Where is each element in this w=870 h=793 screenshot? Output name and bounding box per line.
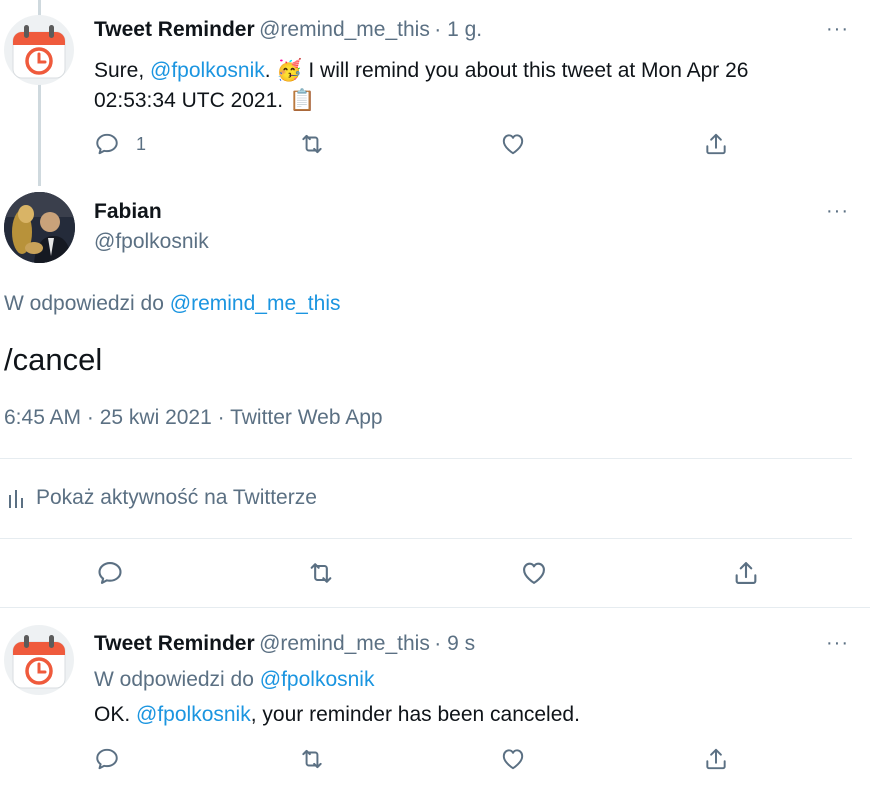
- main-tweet-text: /cancel: [4, 342, 103, 377]
- handle[interactable]: @remind_me_this: [259, 18, 430, 41]
- share-icon: [735, 562, 757, 584]
- share-icon: [706, 133, 726, 155]
- tweet-text: OK. @fpolkosnik, your reminder has been …: [94, 703, 580, 726]
- divider: [0, 538, 852, 539]
- profile-photo: [4, 192, 75, 263]
- reply-icon: [98, 562, 122, 584]
- heart-icon: [502, 134, 524, 155]
- display-name[interactable]: Tweet Reminder: [94, 632, 255, 655]
- reply-button[interactable]: [96, 559, 124, 587]
- handle[interactable]: @remind_me_this: [259, 632, 430, 655]
- retweet-icon: [302, 134, 322, 154]
- tweet-time[interactable]: · 9 s: [434, 632, 475, 655]
- reply-to-link[interactable]: @fpolkosnik: [260, 668, 375, 691]
- like-button[interactable]: [520, 559, 548, 587]
- divider: [0, 458, 852, 459]
- tweet-text: Sure, @fpolkosnik. 🥳 I will remind you a…: [94, 59, 749, 112]
- share-icon: [706, 748, 726, 770]
- display-name[interactable]: Fabian: [94, 200, 162, 224]
- tweet-header: Tweet Reminder @remind_me_this · 1 g.: [94, 18, 482, 42]
- share-button[interactable]: [703, 131, 729, 157]
- reply-icon: [96, 748, 118, 770]
- mention-link[interactable]: @fpolkosnik: [150, 59, 265, 82]
- heart-icon: [523, 562, 545, 584]
- retweet-button[interactable]: [299, 746, 325, 772]
- activity-label: Pokaż aktywność na Twitterze: [36, 486, 317, 509]
- retweet-icon: [310, 563, 332, 583]
- tweet-timestamp[interactable]: 6:45 AM · 25 kwi 2021 · Twitter Web App: [4, 406, 383, 430]
- more-options-button[interactable]: ···: [826, 18, 849, 41]
- calendar-clock-icon: [12, 635, 66, 689]
- more-options-button[interactable]: ···: [826, 200, 849, 223]
- tweet-activity-link[interactable]: Pokaż aktywność na Twitterze: [8, 486, 317, 510]
- reply-icon: [96, 133, 118, 155]
- like-button[interactable]: [500, 746, 526, 772]
- display-name[interactable]: Tweet Reminder: [94, 18, 255, 41]
- tweet-header: Tweet Reminder @remind_me_this · 9 s: [94, 632, 475, 656]
- avatar-tweet-reminder[interactable]: [4, 625, 74, 695]
- reply-button[interactable]: [94, 746, 120, 772]
- reply-context: W odpowiedzi do @fpolkosnik: [94, 668, 375, 691]
- mention-link[interactable]: @fpolkosnik: [136, 703, 251, 726]
- handle[interactable]: @fpolkosnik: [94, 230, 209, 254]
- bar-chart-icon: [9, 490, 23, 508]
- tweet-time[interactable]: · 1 g.: [434, 18, 482, 41]
- reply-count: 1: [136, 133, 147, 154]
- share-button[interactable]: [732, 559, 760, 587]
- reply-to-link[interactable]: @remind_me_this: [170, 292, 341, 315]
- reply-button[interactable]: 1: [94, 131, 146, 157]
- avatar-fabian[interactable]: [4, 192, 75, 263]
- share-button[interactable]: [703, 746, 729, 772]
- avatar-tweet-reminder[interactable]: [4, 15, 74, 85]
- divider: [0, 607, 870, 608]
- reply-context: W odpowiedzi do @remind_me_this: [4, 292, 341, 315]
- retweet-button[interactable]: [299, 131, 325, 157]
- more-options-button[interactable]: ···: [826, 632, 849, 655]
- retweet-button[interactable]: [307, 559, 335, 587]
- retweet-icon: [302, 749, 322, 769]
- calendar-clock-icon: [12, 25, 66, 79]
- like-button[interactable]: [500, 131, 526, 157]
- heart-icon: [502, 749, 524, 770]
